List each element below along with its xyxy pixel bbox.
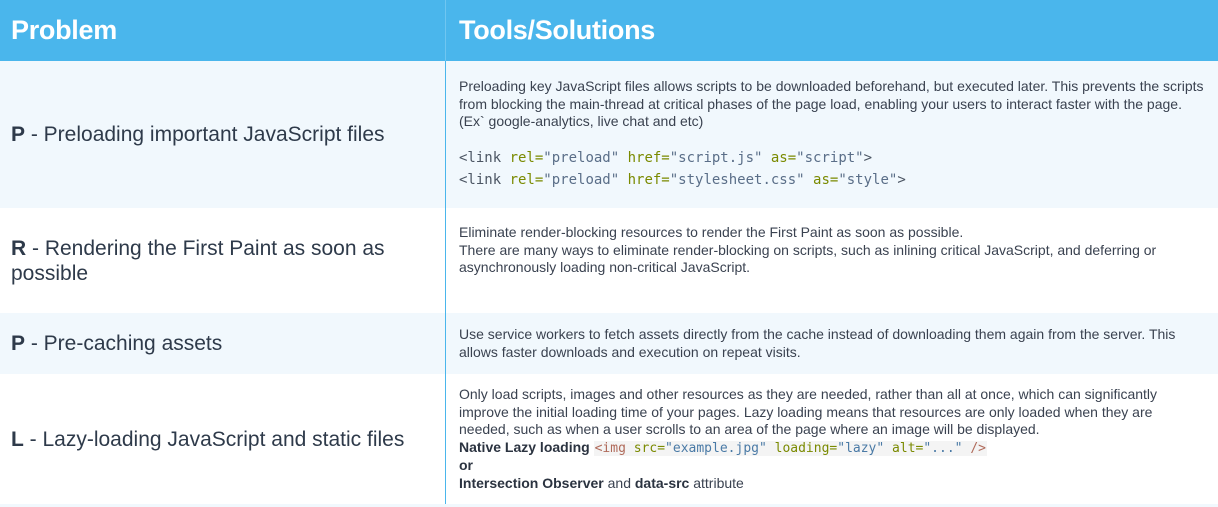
or-text: or: [459, 457, 473, 473]
problem-text: P - Pre-caching assets: [11, 331, 222, 356]
code-line: <link rel="preload" href="stylesheet.css…: [459, 171, 906, 188]
solution-line: There are many ways to eliminate render-…: [459, 241, 1157, 276]
table-row: P - Pre-caching assets Use service worke…: [0, 313, 1218, 374]
problem-letter: L: [11, 427, 24, 451]
code-line: <link rel="preload" href="script.js" as=…: [459, 149, 873, 166]
problem-text: P - Preloading important JavaScript file…: [11, 122, 385, 147]
solution-description: Preloading key JavaScript files allows s…: [459, 78, 1204, 130]
solution-cell: Eliminate render-blocking resources to r…: [446, 208, 1218, 313]
native-lazy-code: <img src="example.jpg" loading="lazy" al…: [593, 440, 987, 456]
optimization-table: Problem Tools/Solutions P - Preloading i…: [0, 0, 1218, 507]
datasrc-label: data-src: [634, 474, 690, 491]
header-solutions: Tools/Solutions: [459, 15, 655, 45]
solution-line: Eliminate render-blocking resources to r…: [459, 224, 964, 240]
problem-title: - Lazy-loading JavaScript and static fil…: [23, 427, 405, 451]
problem-cell: L - Lazy-loading JavaScript and static f…: [0, 374, 446, 504]
solution-cell: Preloading key JavaScript files allows s…: [446, 61, 1218, 208]
problem-letter: R: [11, 236, 27, 260]
table-row: R - Rendering the First Paint as soon as…: [0, 208, 1218, 313]
problem-letter: P: [11, 123, 26, 146]
problem-title: - Preloading important JavaScript files: [25, 123, 385, 146]
problem-text: L - Lazy-loading JavaScript and static f…: [11, 427, 404, 452]
solution-description: Only load scripts, images and other reso…: [459, 386, 1206, 492]
solution-cell: Use service workers to fetch assets dire…: [446, 313, 1218, 374]
attribute-text: attribute: [689, 474, 744, 491]
solution-description: Use service workers to fetch assets dire…: [459, 326, 1176, 360]
problem-cell: P - Preloading important JavaScript file…: [0, 61, 446, 208]
problem-cell: P - Pre-caching assets: [0, 313, 446, 374]
problem-text: R - Rendering the First Paint as soon as…: [11, 236, 435, 286]
header-problem: Problem: [11, 15, 117, 45]
solution-cell: Only load scripts, images and other reso…: [446, 374, 1218, 504]
code-block: <link rel="preload" href="script.js" as=…: [459, 147, 1206, 191]
problem-letter: P: [11, 332, 26, 355]
native-lazy-label: Native Lazy loading: [459, 438, 590, 455]
problem-title: - Pre-caching assets: [25, 332, 223, 355]
header-problem-cell: Problem: [0, 0, 446, 61]
problem-cell: R - Rendering the First Paint as soon as…: [0, 208, 446, 313]
observer-line: Intersection Observer and data-src attri…: [459, 475, 1206, 493]
table-header: Problem Tools/Solutions: [0, 0, 1218, 61]
header-solutions-cell: Tools/Solutions: [446, 0, 1218, 61]
solution-description: Eliminate render-blocking resources to r…: [459, 224, 1206, 277]
table-row: L - Lazy-loading JavaScript and static f…: [0, 374, 1218, 504]
observer-label: Intersection Observer: [459, 474, 604, 491]
native-lazy-line: Native Lazy loading <img src="example.jp…: [459, 439, 1206, 458]
table-row: P - Preloading important JavaScript file…: [0, 61, 1218, 208]
solution-paragraph: Only load scripts, images and other reso…: [459, 386, 1158, 437]
and-text: and: [603, 474, 635, 491]
problem-title: - Rendering the First Paint as soon as p…: [11, 236, 385, 285]
